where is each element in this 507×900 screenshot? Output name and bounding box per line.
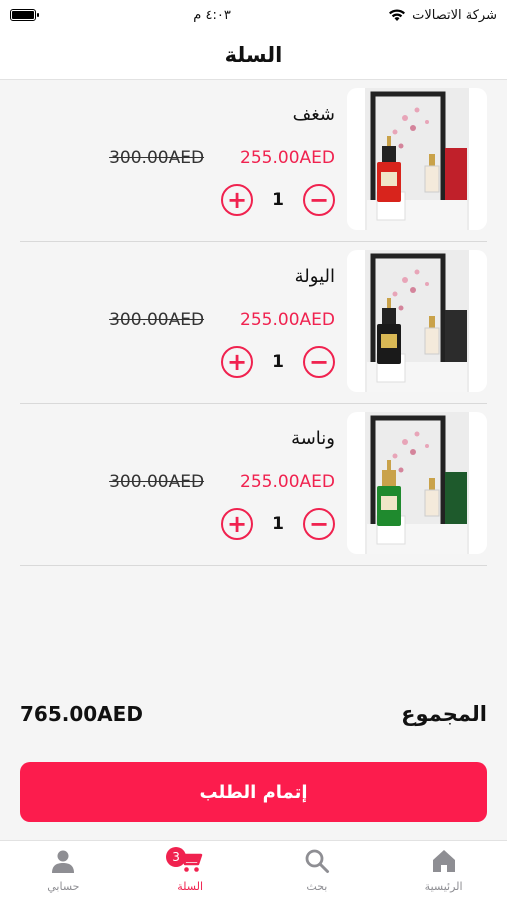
user-icon bbox=[52, 850, 75, 873]
sale-price: 255.00AED bbox=[240, 310, 335, 330]
original-price: 300.00AED bbox=[109, 310, 205, 330]
cart-list: شغف 300.00AED 255.00AED + 1 − اليولة 300… bbox=[0, 80, 507, 566]
wifi-icon bbox=[389, 9, 406, 21]
tab-label: السلة bbox=[177, 880, 203, 893]
search-icon bbox=[305, 849, 329, 873]
quantity-stepper: + 1 − bbox=[221, 184, 335, 216]
product-image[interactable] bbox=[347, 88, 487, 230]
minus-circle-icon[interactable]: − bbox=[303, 184, 335, 216]
tab-search[interactable]: بحث bbox=[254, 841, 381, 900]
tab-account[interactable]: حسابي bbox=[0, 841, 127, 900]
price-row: 300.00AED 255.00AED bbox=[109, 472, 335, 492]
product-name: وناسة bbox=[291, 428, 335, 449]
status-right: شركة الاتصالات bbox=[388, 8, 497, 23]
page-header: السلة bbox=[0, 30, 507, 80]
sale-price: 255.00AED bbox=[240, 148, 335, 168]
minus-circle-icon[interactable]: − bbox=[303, 508, 335, 540]
original-price: 300.00AED bbox=[109, 148, 205, 168]
tab-home[interactable]: الرئيسية bbox=[380, 841, 507, 900]
quantity-stepper: + 1 − bbox=[221, 346, 335, 378]
product-name: اليولة bbox=[294, 266, 335, 287]
status-time: ٤:٠٣ م bbox=[193, 7, 231, 23]
product-image[interactable] bbox=[347, 250, 487, 392]
plus-circle-icon[interactable]: + bbox=[221, 184, 253, 216]
cart-total: 765.00AED المجموع bbox=[20, 702, 487, 726]
total-label: المجموع bbox=[401, 702, 487, 726]
quantity-value: 1 bbox=[272, 190, 284, 210]
total-amount: 765.00AED bbox=[20, 702, 143, 726]
cart-item: شغف 300.00AED 255.00AED + 1 − bbox=[20, 80, 487, 242]
cart-item: اليولة 300.00AED 255.00AED + 1 − bbox=[20, 242, 487, 404]
price-row: 300.00AED 255.00AED bbox=[109, 310, 335, 330]
plus-circle-icon[interactable]: + bbox=[221, 346, 253, 378]
quantity-stepper: + 1 − bbox=[221, 508, 335, 540]
battery-icon bbox=[10, 9, 39, 21]
original-price: 300.00AED bbox=[109, 472, 205, 492]
quantity-value: 1 bbox=[272, 514, 284, 534]
carrier-name: شركة الاتصالات bbox=[412, 7, 497, 23]
cart-badge: 3 bbox=[166, 847, 187, 867]
status-left bbox=[10, 9, 39, 21]
perfume-bottle-image bbox=[365, 250, 469, 392]
cart-item: وناسة 300.00AED 255.00AED + 1 − bbox=[20, 404, 487, 566]
page-title: السلة bbox=[224, 42, 283, 67]
perfume-bottle-image bbox=[365, 88, 469, 230]
home-icon bbox=[432, 850, 455, 872]
tab-cart[interactable]: 3 السلة bbox=[127, 841, 254, 900]
tab-label: الرئيسية bbox=[424, 880, 463, 893]
status-bar: ٤:٠٣ م شركة الاتصالات bbox=[0, 0, 507, 30]
minus-circle-icon[interactable]: − bbox=[303, 346, 335, 378]
plus-circle-icon[interactable]: + bbox=[221, 508, 253, 540]
tab-label: حسابي bbox=[47, 880, 80, 893]
product-image[interactable] bbox=[347, 412, 487, 554]
quantity-value: 1 bbox=[272, 352, 284, 372]
tab-bar: حسابي 3 السلة بحث الرئيسية bbox=[0, 840, 507, 900]
sale-price: 255.00AED bbox=[240, 472, 335, 492]
checkout-button[interactable]: إتمام الطلب bbox=[20, 762, 487, 822]
tab-label: بحث bbox=[306, 880, 328, 893]
price-row: 300.00AED 255.00AED bbox=[109, 148, 335, 168]
perfume-bottle-image bbox=[365, 412, 469, 554]
product-name: شغف bbox=[292, 104, 335, 125]
